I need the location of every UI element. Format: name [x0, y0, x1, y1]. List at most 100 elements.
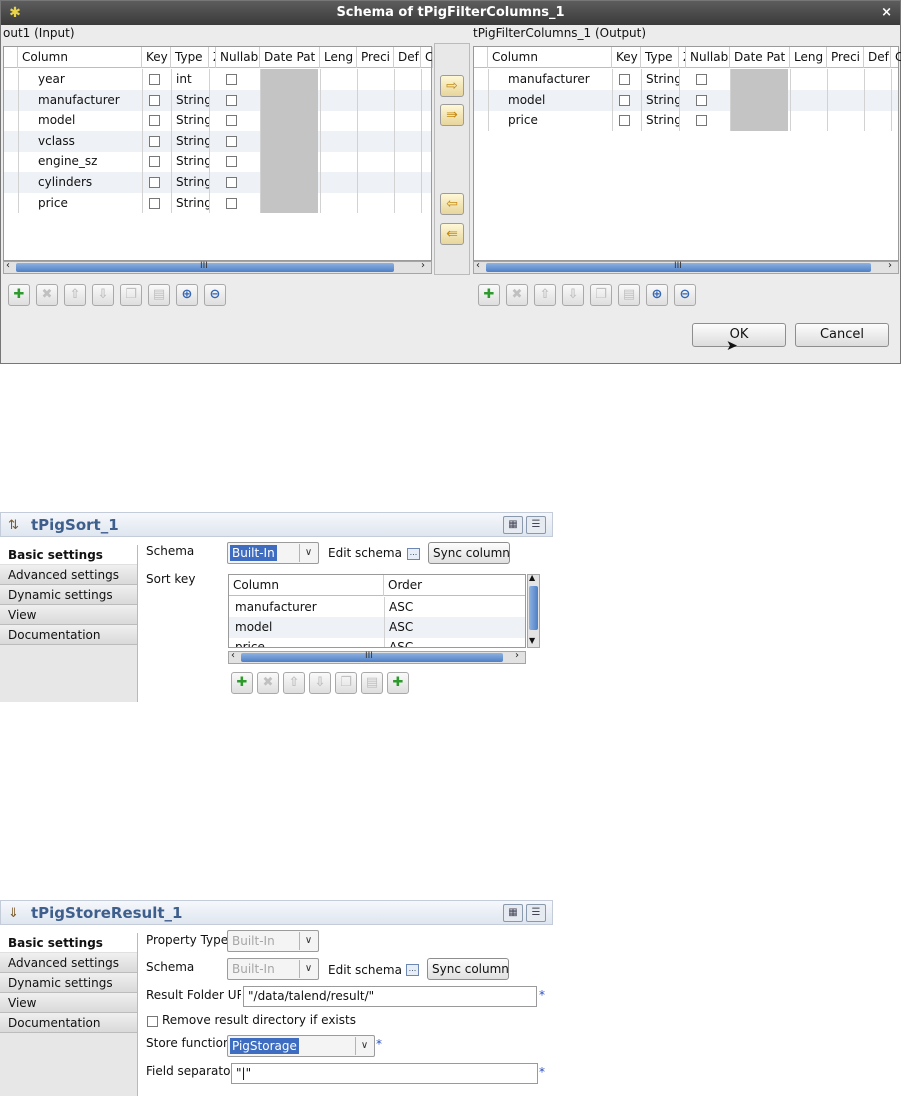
- key-checkbox[interactable]: [149, 197, 160, 209]
- table-row[interactable]: manufacturer ASC: [229, 597, 525, 618]
- column-header[interactable]: Column: [18, 47, 142, 68]
- type-cell[interactable]: String: [176, 151, 210, 172]
- scroll-left-icon[interactable]: ‹: [231, 650, 235, 661]
- paste-button[interactable]: ▤: [148, 284, 170, 306]
- sort-column-cell[interactable]: manufacturer: [235, 597, 383, 618]
- table-row[interactable]: cylinders String: [4, 172, 431, 193]
- edit-schema-button[interactable]: ...: [407, 548, 420, 560]
- sort-table-hscroll[interactable]: ‹ III ›: [228, 650, 526, 664]
- move-down-button[interactable]: ⇩: [562, 284, 584, 306]
- key-checkbox[interactable]: [149, 94, 160, 106]
- import-schema-button[interactable]: ⊕: [176, 284, 198, 306]
- output-table-hscroll[interactable]: ‹ III ›: [473, 260, 899, 274]
- store-function-combo[interactable]: PigStorage ∨: [227, 1035, 375, 1057]
- move-up-button[interactable]: ⇧: [283, 672, 305, 694]
- property-type-combo[interactable]: Built-In ∨: [227, 930, 319, 952]
- nullable-checkbox[interactable]: [696, 74, 707, 85]
- column-name-cell[interactable]: engine_sz: [38, 151, 140, 172]
- scroll-up-icon[interactable]: ▲: [529, 573, 535, 582]
- sync-columns-button[interactable]: Sync columns: [427, 958, 509, 980]
- sort-table-vscroll[interactable]: ▲ ▼: [527, 573, 540, 648]
- column-header[interactable]: Column: [229, 575, 384, 596]
- column-header[interactable]: Leng: [790, 47, 827, 68]
- column-header[interactable]: Def: [394, 47, 421, 68]
- import-schema-button[interactable]: ⊕: [646, 284, 668, 306]
- chevron-down-icon[interactable]: ∨: [299, 544, 317, 562]
- scroll-left-icon[interactable]: ‹: [6, 260, 10, 271]
- output-schema-table[interactable]: ColumnKeyTypeZNullabDate PatLengPreciDef…: [473, 46, 901, 261]
- list-view-icon[interactable]: ☰: [526, 516, 546, 534]
- copy-all-right-icon[interactable]: ⇛: [440, 104, 464, 126]
- move-up-button[interactable]: ⇧: [64, 284, 86, 306]
- column-header[interactable]: Key: [612, 47, 641, 68]
- move-down-button[interactable]: ⇩: [92, 284, 114, 306]
- column-header[interactable]: Nullab: [686, 47, 730, 68]
- column-name-cell[interactable]: manufacturer: [38, 90, 140, 111]
- column-header[interactable]: Column: [488, 47, 612, 68]
- input-schema-table[interactable]: ColumnKeyTypeZNullabDate PatLengPreciDef…: [3, 46, 433, 261]
- add-all-columns-button[interactable]: ✚: [387, 672, 409, 694]
- sort-column-cell[interactable]: price: [235, 637, 383, 647]
- column-name-cell[interactable]: year: [38, 69, 140, 90]
- sort-key-table[interactable]: Column Order manufacturer ASC model ASC price…: [228, 574, 526, 648]
- type-cell[interactable]: String: [176, 131, 210, 152]
- tab-documentation[interactable]: Documentation: [0, 1013, 137, 1033]
- table-row[interactable]: price ASC: [229, 637, 525, 647]
- table-row[interactable]: price String: [4, 193, 431, 214]
- table-row[interactable]: manufacturer String: [4, 89, 431, 111]
- type-cell[interactable]: String: [646, 69, 680, 90]
- column-name-cell[interactable]: vclass: [38, 131, 140, 152]
- key-checkbox[interactable]: [619, 115, 630, 127]
- remove-row-button[interactable]: ✖: [506, 284, 528, 306]
- remove-row-button[interactable]: ✖: [36, 284, 58, 306]
- column-name-cell[interactable]: model: [38, 110, 140, 131]
- add-row-button[interactable]: ✚: [8, 284, 30, 306]
- column-header[interactable]: C: [421, 47, 433, 68]
- chevron-down-icon[interactable]: ∨: [299, 932, 317, 950]
- table-row[interactable]: model String: [474, 89, 898, 111]
- key-checkbox[interactable]: [149, 156, 160, 168]
- column-name-cell[interactable]: cylinders: [38, 172, 140, 193]
- copy-selected-left-icon[interactable]: ⇦: [440, 193, 464, 215]
- scroll-thumb[interactable]: [529, 586, 538, 630]
- scroll-right-icon[interactable]: ›: [888, 260, 892, 271]
- schema-combo[interactable]: Built-In ∨: [227, 542, 319, 564]
- add-row-button[interactable]: ✚: [478, 284, 500, 306]
- tab-basic-settings[interactable]: Basic settings: [0, 545, 137, 565]
- nullable-checkbox[interactable]: [226, 177, 237, 188]
- table-row[interactable]: manufacturer String: [474, 69, 898, 90]
- key-checkbox[interactable]: [149, 74, 160, 85]
- type-cell[interactable]: String: [176, 172, 210, 193]
- table-row[interactable]: price String: [474, 110, 898, 131]
- type-cell[interactable]: String: [176, 193, 210, 214]
- key-checkbox[interactable]: [619, 94, 630, 106]
- copy-button[interactable]: ❐: [590, 284, 612, 306]
- scroll-left-icon[interactable]: ‹: [476, 260, 480, 271]
- tab-view[interactable]: View: [0, 605, 137, 625]
- scroll-right-icon[interactable]: ›: [515, 650, 519, 661]
- close-icon[interactable]: ×: [881, 1, 892, 25]
- column-header[interactable]: Preci: [827, 47, 864, 68]
- tab-basic-settings[interactable]: Basic settings: [0, 933, 137, 953]
- nullable-checkbox[interactable]: [226, 115, 237, 127]
- chevron-down-icon[interactable]: ∨: [355, 1037, 373, 1055]
- table-row[interactable]: model ASC: [229, 617, 525, 638]
- grid-view-icon[interactable]: ▦: [503, 904, 523, 922]
- type-cell[interactable]: String: [176, 110, 210, 131]
- key-checkbox[interactable]: [619, 74, 630, 85]
- nullable-checkbox[interactable]: [696, 115, 707, 127]
- tab-advanced-settings[interactable]: Advanced settings: [0, 565, 137, 585]
- scroll-down-icon[interactable]: ▼: [529, 636, 535, 645]
- table-row[interactable]: year int: [4, 69, 431, 90]
- type-cell[interactable]: String: [646, 110, 680, 131]
- list-view-icon[interactable]: ☰: [526, 904, 546, 922]
- paste-button[interactable]: ▤: [618, 284, 640, 306]
- column-header[interactable]: Date Pat: [730, 47, 790, 68]
- export-schema-button[interactable]: ⊖: [204, 284, 226, 306]
- remove-sort-key-button[interactable]: ✖: [257, 672, 279, 694]
- column-header[interactable]: Def: [864, 47, 891, 68]
- column-header[interactable]: Z: [679, 47, 686, 68]
- column-name-cell[interactable]: model: [508, 90, 610, 111]
- grid-view-icon[interactable]: ▦: [503, 516, 523, 534]
- column-name-cell[interactable]: price: [508, 110, 610, 131]
